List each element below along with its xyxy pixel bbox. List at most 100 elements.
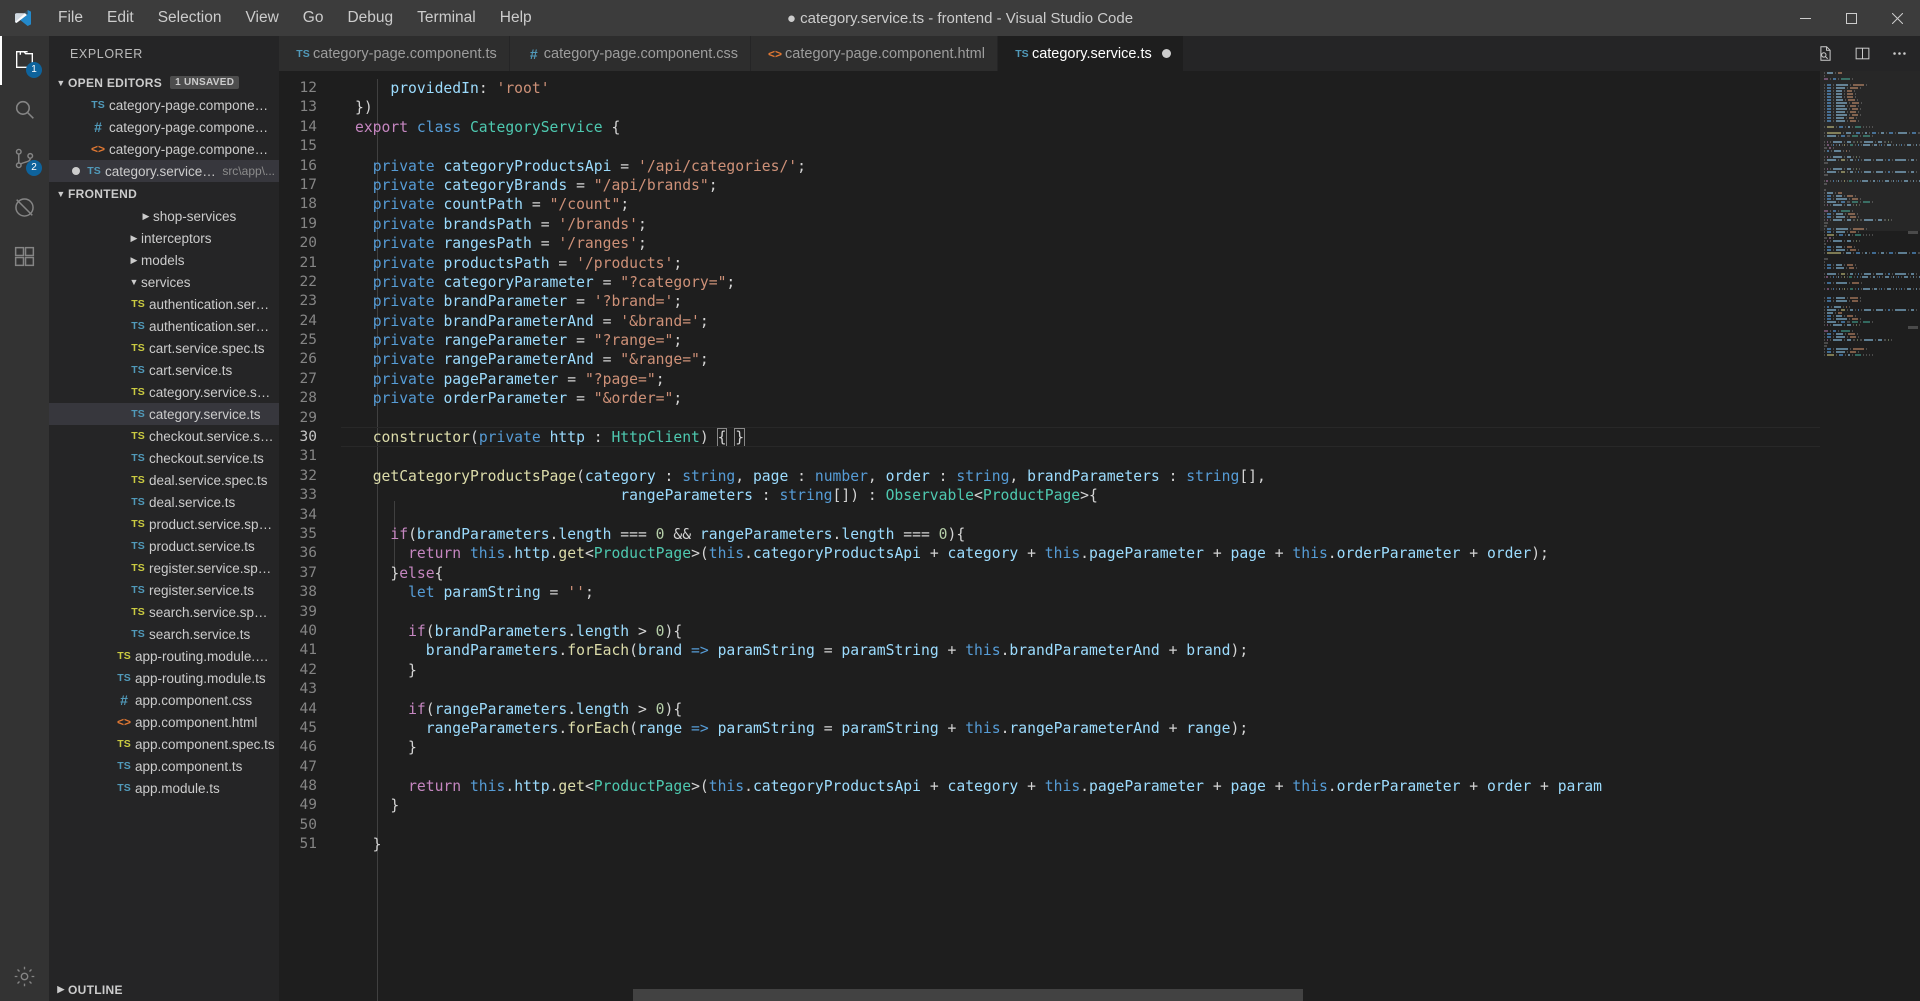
menu-edit[interactable]: Edit: [95, 0, 146, 36]
tree-file[interactable]: TS search.service.ts: [49, 623, 279, 645]
tree-file[interactable]: TS app-routing.module.ts: [49, 667, 279, 689]
tree-file[interactable]: TS category.service.spec.ts: [49, 381, 279, 403]
code-line[interactable]: rangeParameters.forEach(range => paramSt…: [341, 719, 1820, 738]
activity-settings[interactable]: [0, 952, 49, 1001]
activity-explorer[interactable]: 1: [0, 36, 49, 85]
tab-unsaved-dot-icon[interactable]: [1161, 49, 1171, 58]
tree-file[interactable]: TS app.component.ts: [49, 755, 279, 777]
tree-file[interactable]: TS app.component.spec.ts: [49, 733, 279, 755]
code-line[interactable]: private countPath = "/count";: [341, 195, 1820, 214]
tree-file[interactable]: TS product.service.ts: [49, 535, 279, 557]
code-line[interactable]: }: [341, 661, 1820, 680]
tree-folder-interceptors[interactable]: ▶ interceptors: [49, 227, 279, 249]
code-content[interactable]: providedIn: 'root'}) export class Categor…: [341, 71, 1820, 855]
code-line[interactable]: private categoryProductsApi = '/api/cate…: [341, 157, 1820, 176]
open-editor-item[interactable]: # category-page.component....: [49, 116, 279, 138]
tree-file[interactable]: TS app.module.ts: [49, 777, 279, 799]
activity-source-control[interactable]: 2: [0, 134, 49, 183]
open-changes-icon[interactable]: [1817, 45, 1834, 62]
code-line[interactable]: [341, 758, 1820, 777]
tree-file[interactable]: TS cart.service.ts: [49, 359, 279, 381]
code-line[interactable]: private categoryParameter = "?category="…: [341, 273, 1820, 292]
tree-file[interactable]: TS product.service.spec.ts: [49, 513, 279, 535]
code-line[interactable]: brandParameters.forEach(brand => paramSt…: [341, 641, 1820, 660]
section-open-editors[interactable]: ▼ OPEN EDITORS 1 UNSAVED: [49, 71, 279, 94]
more-actions-icon[interactable]: [1891, 45, 1908, 62]
tree-file[interactable]: TS register.service.ts: [49, 579, 279, 601]
code-line[interactable]: [341, 816, 1820, 835]
code-line[interactable]: if(rangeParameters.length > 0){: [341, 700, 1820, 719]
minimize-button[interactable]: [1782, 0, 1828, 36]
tree-file[interactable]: <> app.component.html: [49, 711, 279, 733]
menu-help[interactable]: Help: [488, 0, 544, 36]
horizontal-scrollbar-thumb[interactable]: [633, 989, 1303, 1001]
tree-file-selected[interactable]: TS category.service.ts: [49, 403, 279, 425]
tree-file[interactable]: TS cart.service.spec.ts: [49, 337, 279, 359]
code-line[interactable]: getCategoryProductsPage(category : strin…: [341, 467, 1820, 486]
code-line[interactable]: }: [341, 796, 1820, 815]
tree-file[interactable]: TS deal.service.spec.ts: [49, 469, 279, 491]
tree-file[interactable]: TS search.service.spec.ts: [49, 601, 279, 623]
code-line[interactable]: [341, 603, 1820, 622]
code-line[interactable]: if(brandParameters.length > 0){: [341, 622, 1820, 641]
menu-debug[interactable]: Debug: [335, 0, 405, 36]
tree-file[interactable]: TS authentication.service.sp...: [49, 293, 279, 315]
code-line[interactable]: providedIn: 'root': [341, 79, 1820, 98]
code-line[interactable]: private categoryBrands = "/api/brands";: [341, 176, 1820, 195]
menu-bar[interactable]: File Edit Selection View Go Debug Termin…: [46, 0, 544, 36]
code-line[interactable]: [341, 137, 1820, 156]
code-line[interactable]: rangeParameters : string[]) : Observable…: [341, 486, 1820, 505]
tree-file[interactable]: TS app-routing.module.spec.ts: [49, 645, 279, 667]
activity-debug[interactable]: [0, 183, 49, 232]
activity-search[interactable]: [0, 85, 49, 134]
open-editor-item[interactable]: <> category-page.component....: [49, 138, 279, 160]
split-editor-icon[interactable]: [1854, 45, 1871, 62]
activity-extensions[interactable]: [0, 232, 49, 281]
code-line[interactable]: private rangesPath = '/ranges';: [341, 234, 1820, 253]
code-line[interactable]: private rangeParameterAnd = "&range=";: [341, 350, 1820, 369]
menu-file[interactable]: File: [46, 0, 95, 36]
code-viewport[interactable]: providedIn: 'root'}) export class Categor…: [341, 71, 1820, 1001]
code-line[interactable]: private brandParameterAnd = '&brand=';: [341, 312, 1820, 331]
code-line[interactable]: [341, 409, 1820, 428]
tree-file[interactable]: TS checkout.service.ts: [49, 447, 279, 469]
tab-category-page-component-ts[interactable]: TS category-page.component.ts: [279, 36, 510, 71]
code-line[interactable]: [341, 506, 1820, 525]
code-line[interactable]: if(brandParameters.length === 0 && range…: [341, 525, 1820, 544]
menu-go[interactable]: Go: [291, 0, 336, 36]
code-line[interactable]: let paramString = '';: [341, 583, 1820, 602]
open-editor-item[interactable]: TS category-page.component....: [49, 94, 279, 116]
code-line[interactable]: export class CategoryService {: [341, 118, 1820, 137]
tab-category-page-component-css[interactable]: # category-page.component.css: [509, 36, 752, 71]
vertical-scrollbar[interactable]: [1906, 71, 1920, 1001]
code-line[interactable]: return this.http.get<ProductPage>(this.c…: [341, 544, 1820, 563]
code-line[interactable]: private brandParameter = '?brand=';: [341, 292, 1820, 311]
menu-selection[interactable]: Selection: [146, 0, 234, 36]
minimap[interactable]: [1820, 71, 1920, 1001]
code-line[interactable]: }else{: [341, 564, 1820, 583]
menu-view[interactable]: View: [233, 0, 290, 36]
close-button[interactable]: [1874, 0, 1920, 36]
tab-category-service-ts[interactable]: TS category.service.ts: [997, 36, 1184, 71]
window-controls[interactable]: [1782, 0, 1920, 36]
tree-folder-services[interactable]: ▼ services: [49, 271, 279, 293]
open-editor-item-active[interactable]: TS category.service.ts src\app\...: [49, 160, 279, 182]
section-outline[interactable]: ▶ OUTLINE: [49, 978, 279, 1001]
maximize-button[interactable]: [1828, 0, 1874, 36]
code-line[interactable]: private orderParameter = "&order=";: [341, 389, 1820, 408]
code-line[interactable]: return this.http.get<ProductPage>(this.c…: [341, 777, 1820, 796]
menu-terminal[interactable]: Terminal: [405, 0, 488, 36]
tree-file[interactable]: TS deal.service.ts: [49, 491, 279, 513]
code-line[interactable]: }): [341, 98, 1820, 117]
code-line[interactable]: private rangeParameter = "?range=";: [341, 331, 1820, 350]
tree-file[interactable]: # app.component.css: [49, 689, 279, 711]
code-line[interactable]: }: [341, 835, 1820, 854]
tree-folder-shop-services[interactable]: ▶ shop-services: [49, 205, 279, 227]
code-line[interactable]: }: [341, 738, 1820, 757]
code-line[interactable]: constructor(private http : HttpClient) {…: [341, 428, 1820, 448]
tree-file[interactable]: TS register.service.spec.ts: [49, 557, 279, 579]
tab-category-page-component-html[interactable]: <> category-page.component.html: [751, 36, 998, 71]
minimap-slider[interactable]: [1820, 71, 1920, 231]
section-workspace-frontend[interactable]: ▼ FRONTEND: [49, 182, 279, 205]
code-line[interactable]: [341, 680, 1820, 699]
